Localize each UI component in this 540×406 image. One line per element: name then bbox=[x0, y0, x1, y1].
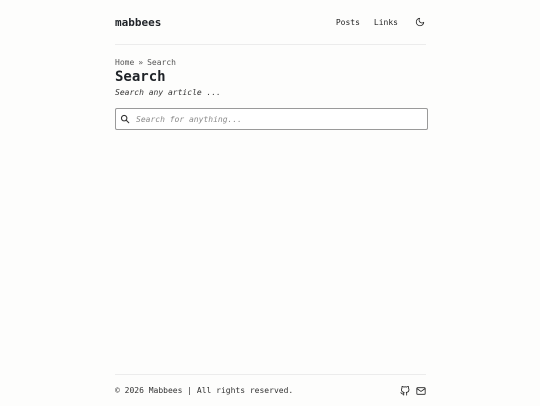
moon-icon bbox=[415, 17, 425, 27]
main-nav: Posts Links bbox=[336, 16, 426, 28]
page-title: Search bbox=[115, 69, 166, 85]
breadcrumb-separator: » bbox=[138, 58, 144, 67]
github-link[interactable] bbox=[400, 385, 410, 396]
search-icon bbox=[120, 114, 130, 124]
site-header: mabbees Posts Links bbox=[115, 0, 426, 45]
social-links bbox=[400, 385, 426, 396]
search-input[interactable] bbox=[136, 114, 427, 124]
mail-icon bbox=[416, 386, 426, 395]
breadcrumb: Home » Search bbox=[115, 58, 426, 67]
theme-toggle-button[interactable] bbox=[414, 16, 426, 28]
copyright-text: © 2026 Mabbees | All rights reserved. bbox=[115, 386, 294, 395]
site-footer: © 2026 Mabbees | All rights reserved. bbox=[115, 374, 426, 406]
nav-link-links[interactable]: Links bbox=[374, 18, 398, 27]
breadcrumb-home[interactable]: Home bbox=[115, 58, 134, 67]
nav-link-posts[interactable]: Posts bbox=[336, 18, 360, 27]
mail-link[interactable] bbox=[416, 386, 426, 396]
github-icon bbox=[400, 385, 410, 396]
breadcrumb-current: Search bbox=[147, 58, 176, 67]
search-box bbox=[115, 108, 428, 130]
site-logo[interactable]: mabbees bbox=[115, 16, 161, 29]
page-subtitle: Search any article ... bbox=[115, 88, 221, 97]
